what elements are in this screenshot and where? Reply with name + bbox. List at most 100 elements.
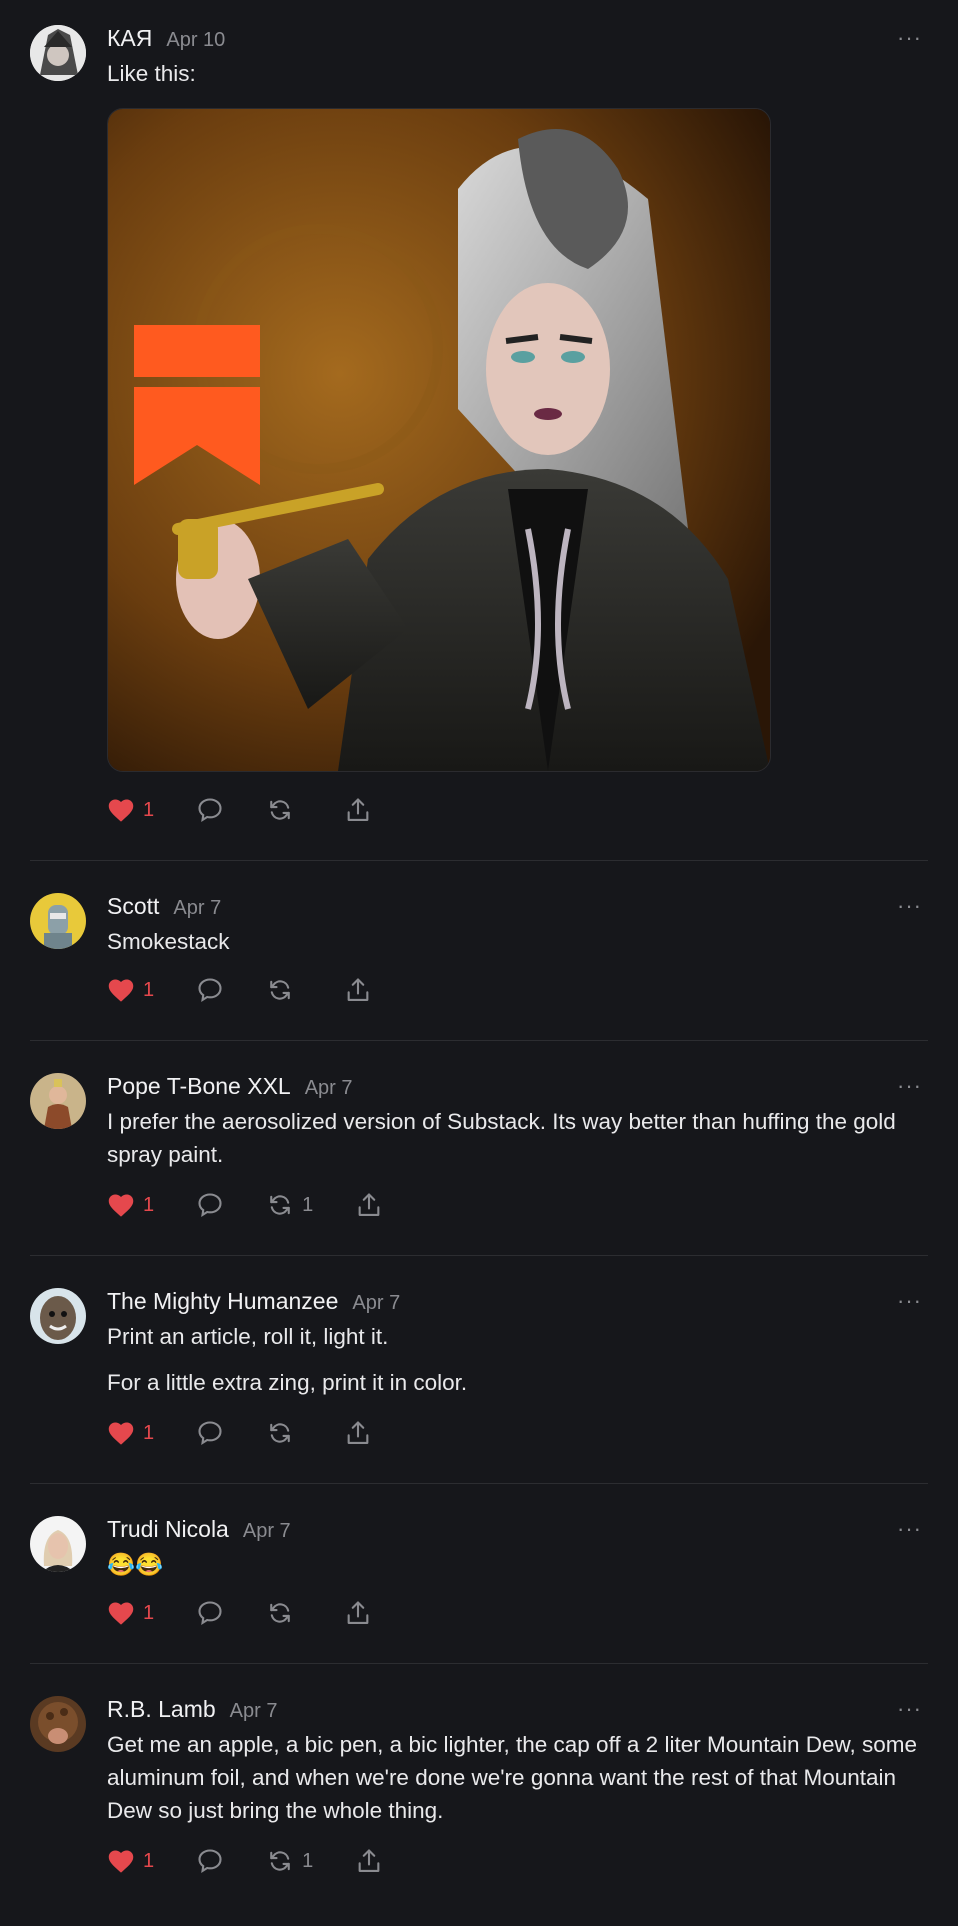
heart-icon: [108, 1850, 134, 1873]
comment: Scott Apr 7 ··· Smokestack 1: [30, 861, 928, 1041]
comment-text: Like this:: [107, 61, 196, 86]
reply-button[interactable]: [196, 1419, 224, 1447]
comment-text: Smokestack: [107, 929, 230, 954]
restack-button[interactable]: [266, 976, 302, 1004]
share-button[interactable]: [344, 796, 372, 824]
post-date[interactable]: Apr 10: [166, 29, 225, 52]
reply-button[interactable]: [196, 1191, 224, 1219]
share-button[interactable]: [344, 976, 372, 1004]
comment-icon: [198, 798, 222, 823]
action-bar: 1: [107, 1413, 928, 1453]
reply-button[interactable]: [196, 1847, 224, 1875]
more-icon[interactable]: ···: [897, 1516, 922, 1542]
comment-text: Print an article, roll it, light it.: [107, 1324, 389, 1349]
post-date[interactable]: Apr 7: [173, 897, 221, 920]
avatar[interactable]: [30, 1696, 86, 1752]
comment-body: Print an article, roll it, light it. For…: [107, 1320, 928, 1399]
restack-button[interactable]: 1: [266, 1191, 313, 1219]
comment-icon: [198, 1193, 222, 1218]
like-count: 1: [143, 1849, 155, 1872]
author-name[interactable]: Pope T-Bone XXL: [107, 1073, 291, 1100]
restack-count: 1: [302, 1849, 314, 1872]
author-name[interactable]: R.B. Lamb: [107, 1696, 216, 1723]
heart-icon: [108, 1602, 134, 1625]
more-icon[interactable]: ···: [897, 893, 922, 919]
post-date[interactable]: Apr 7: [305, 1077, 353, 1100]
post-date[interactable]: Apr 7: [243, 1520, 291, 1543]
more-icon[interactable]: ···: [897, 1696, 922, 1722]
share-icon: [347, 1421, 369, 1444]
comment-body: Like this:: [107, 57, 928, 90]
comment: Trudi Nicola Apr 7 ··· 😂😂 1: [30, 1484, 928, 1664]
restack-button[interactable]: [266, 1419, 302, 1447]
like-count: 1: [143, 1193, 155, 1216]
share-button[interactable]: [344, 1419, 372, 1447]
author-name[interactable]: Trudi Nicola: [107, 1516, 229, 1543]
comment-body: I prefer the aerosolized version of Subs…: [107, 1105, 928, 1171]
comment-body: Smokestack: [107, 925, 928, 958]
like-count: 1: [143, 1601, 155, 1624]
like-button[interactable]: 1: [107, 1600, 154, 1626]
restack-icon: [270, 1851, 290, 1871]
post-date[interactable]: Apr 7: [352, 1292, 400, 1315]
restack-button[interactable]: 1: [266, 1847, 313, 1875]
comment-text: Get me an apple, a bic pen, a bic lighte…: [107, 1732, 918, 1823]
restack-icon: [270, 980, 290, 1000]
post-date[interactable]: Apr 7: [230, 1700, 278, 1723]
share-icon: [347, 978, 369, 1001]
reply-button[interactable]: [196, 796, 224, 824]
share-button[interactable]: [355, 1847, 383, 1875]
action-bar: 1: [107, 1593, 928, 1633]
restack-icon: [270, 1603, 290, 1623]
avatar[interactable]: [30, 1516, 86, 1572]
heart-icon: [108, 979, 134, 1002]
avatar[interactable]: [30, 1288, 86, 1344]
comment-text: 😂😂: [107, 1552, 164, 1577]
avatar[interactable]: [30, 1073, 86, 1129]
author-name[interactable]: КАЯ: [107, 25, 152, 52]
avatar[interactable]: [30, 893, 86, 949]
share-button[interactable]: [355, 1191, 383, 1219]
restack-button[interactable]: [266, 1599, 302, 1627]
restack-button[interactable]: [266, 796, 302, 824]
like-button[interactable]: 1: [107, 1192, 154, 1218]
comment-icon: [198, 978, 222, 1003]
like-button[interactable]: 1: [107, 1420, 154, 1446]
comment-body: Get me an apple, a bic pen, a bic lighte…: [107, 1728, 928, 1827]
author-name[interactable]: Scott: [107, 893, 159, 920]
action-bar: 1: [107, 790, 928, 830]
like-count: 1: [143, 978, 155, 1001]
comment-text: For a little extra zing, print it in col…: [107, 1370, 468, 1395]
like-button[interactable]: 1: [107, 977, 154, 1003]
heart-icon: [108, 799, 134, 822]
share-icon: [347, 1601, 369, 1624]
heart-icon: [108, 1422, 134, 1445]
restack-icon: [270, 800, 290, 820]
comment-body: 😂😂: [107, 1548, 928, 1581]
more-icon[interactable]: ···: [897, 1288, 922, 1314]
comment-icon: [198, 1421, 222, 1446]
comment-feed: КАЯ Apr 10 ··· Like this: 1 Scott Apr 7 …: [0, 0, 958, 1901]
comment: The Mighty Humanzee Apr 7 ··· Print an a…: [30, 1256, 928, 1484]
action-bar: 1 1: [107, 1841, 928, 1881]
share-button[interactable]: [344, 1599, 372, 1627]
comment-text: I prefer the aerosolized version of Subs…: [107, 1109, 896, 1167]
like-button[interactable]: 1: [107, 797, 154, 823]
attached-image[interactable]: [107, 108, 771, 772]
more-icon[interactable]: ···: [897, 1073, 922, 1099]
comment-icon: [198, 1601, 222, 1626]
more-icon[interactable]: ···: [897, 25, 922, 51]
restack-icon: [270, 1195, 290, 1215]
reply-button[interactable]: [196, 976, 224, 1004]
action-bar: 1: [107, 970, 928, 1010]
share-icon: [358, 1849, 380, 1872]
comment-icon: [198, 1849, 222, 1874]
action-bar: 1 1: [107, 1185, 928, 1225]
reply-button[interactable]: [196, 1599, 224, 1627]
heart-icon: [108, 1194, 134, 1217]
share-icon: [358, 1193, 380, 1216]
like-count: 1: [143, 798, 155, 821]
avatar[interactable]: [30, 25, 86, 81]
author-name[interactable]: The Mighty Humanzee: [107, 1288, 338, 1315]
like-button[interactable]: 1: [107, 1848, 154, 1874]
